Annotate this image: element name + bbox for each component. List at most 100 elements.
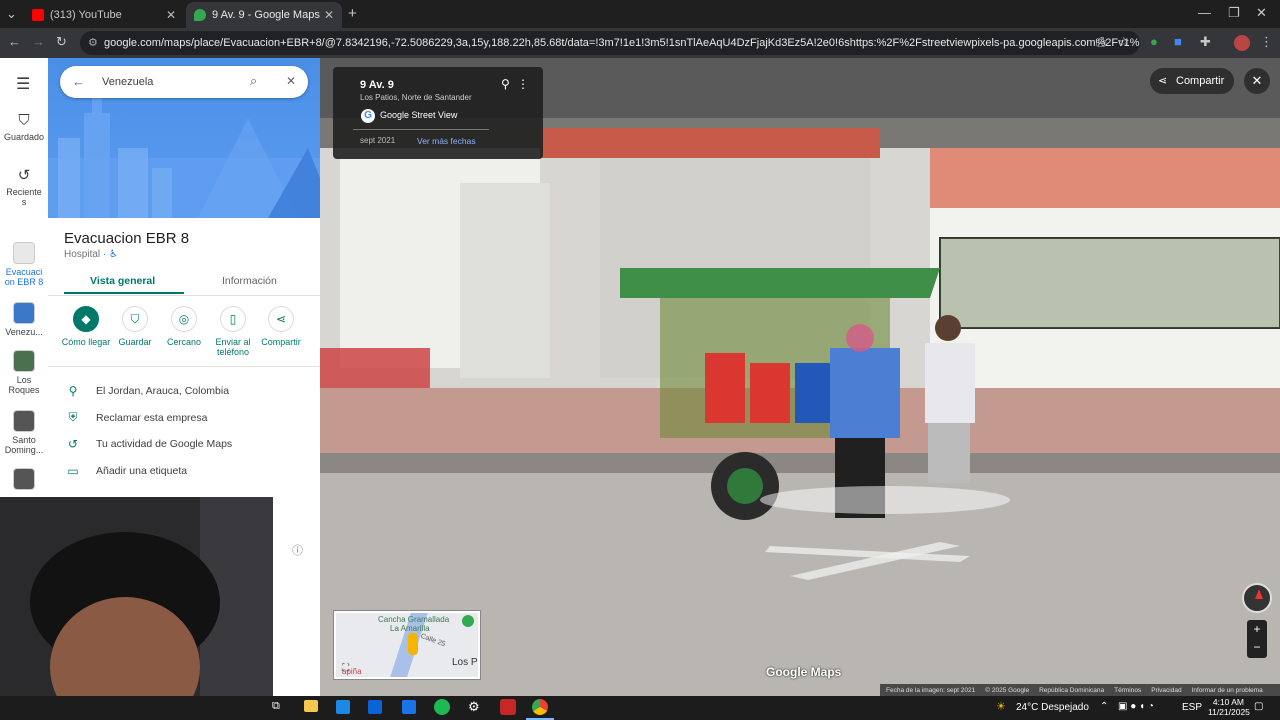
search-icon[interactable]: ⌕ [250, 73, 257, 89]
divider [48, 366, 320, 367]
url-bar[interactable]: ⚙ google.com/maps/place/Evacuacion+EBR+8… [80, 31, 1140, 55]
star-icon[interactable]: ☆ [1118, 34, 1130, 50]
forward-icon[interactable]: → [32, 34, 45, 49]
tab-indicator [64, 292, 184, 294]
app-icon[interactable] [402, 700, 416, 714]
share-icon: ⋖ [1158, 75, 1168, 87]
compass-icon[interactable] [1242, 583, 1272, 613]
steam-icon[interactable]: ⚙ [468, 699, 480, 715]
close-street-view-button[interactable]: ✕ [1244, 68, 1270, 94]
task-view-icon[interactable]: ⧉ [272, 700, 280, 713]
add-label-row[interactable]: ▭ Añadir una etiqueta [64, 464, 187, 478]
tab-youtube[interactable]: (313) YouTube ✕ [24, 2, 184, 28]
map-label: Cancha Gramallada [378, 615, 450, 624]
translate-icon[interactable]: ■ [1174, 34, 1182, 49]
category-text: Hospital [64, 249, 101, 260]
clock-time: 4:10 AM [1212, 697, 1244, 707]
expand-icon[interactable]: ⛶ [342, 663, 349, 674]
rail-label: Venezu... [5, 327, 43, 337]
language-indicator[interactable]: ESP [1182, 702, 1202, 713]
install-icon[interactable]: ⎙ [1096, 34, 1106, 50]
back-icon[interactable]: ← [8, 34, 21, 49]
directions-button[interactable]: ◆ Cómo llegar [58, 306, 114, 347]
place-hero-image[interactable]: ← Venezuela ⌕ ✕ [48, 58, 320, 218]
info-text: Tu actividad de Google Maps [96, 438, 233, 450]
nearby-button[interactable]: ◎ Cercano [156, 306, 212, 347]
more-menu-icon[interactable]: ⋮ [1260, 34, 1273, 50]
rail-recent-place[interactable]: Evacuaci on EBR 8 [0, 242, 48, 287]
share-button[interactable]: ⋖ Compartir [1150, 68, 1234, 94]
terms-link[interactable]: Términos [1114, 687, 1141, 694]
close-tab-icon[interactable]: ✕ [166, 8, 176, 22]
puzzle-icon[interactable]: ✚ [1200, 34, 1211, 50]
tab-google-maps[interactable]: 9 Av. 9 - Google Maps ✕ [186, 2, 342, 28]
nearby-icon: ◎ [171, 306, 197, 332]
search-input[interactable]: Venezuela [102, 76, 153, 88]
webcam-overlay [0, 497, 273, 720]
rail-recent-place[interactable] [0, 468, 48, 493]
zoom-in-button[interactable]: + [1247, 620, 1267, 638]
new-tab-button[interactable]: + [348, 5, 357, 22]
tray-chevron-icon[interactable]: ⌃ [1100, 701, 1108, 712]
file-explorer-icon[interactable] [304, 700, 318, 712]
pegman-icon[interactable] [408, 633, 418, 655]
browser-tab-bar: ⌄ (313) YouTube ✕ 9 Av. 9 - Google Maps … [0, 0, 1280, 28]
image-date: Fecha de la imagen: sept 2021 [886, 686, 976, 694]
rail-recent-place[interactable]: Los Roques [0, 350, 48, 395]
chrome-icon[interactable] [532, 699, 548, 715]
avatar[interactable] [1234, 35, 1250, 51]
claim-business-row[interactable]: ⛨ Reclamar esta empresa [64, 410, 207, 425]
search-box[interactable]: ← Venezuela ⌕ ✕ [60, 66, 308, 98]
restore-icon[interactable]: ❐ [1228, 5, 1240, 21]
menu-icon[interactable]: ☰ [16, 74, 30, 94]
pin-icon[interactable]: ⚲ [501, 77, 510, 91]
more-options-icon[interactable]: ⋮ [517, 77, 529, 91]
tray-icons[interactable]: ▣ ● ◖ ◔ [1118, 701, 1154, 712]
share-button[interactable]: ⋖ Compartir [253, 306, 309, 347]
spotify-icon[interactable] [434, 699, 450, 715]
tab-info[interactable]: Información [222, 275, 277, 287]
accessibility-icon: ♿ [109, 249, 118, 260]
rail-label: Reciente s [6, 187, 42, 207]
app-icon[interactable] [500, 699, 516, 715]
share-icon: ⋖ [268, 306, 294, 332]
maps-activity-row[interactable]: ↺ Tu actividad de Google Maps [64, 437, 232, 451]
rail-recent[interactable]: ↺ Reciente s [0, 166, 48, 207]
mini-map[interactable]: Cancha Gramallada La Amarilla Calle 25 L… [333, 610, 481, 680]
help-icon[interactable]: ⓘ [292, 542, 303, 558]
map-footer: Fecha de la imagen: sept 2021 © 2025 Goo… [880, 684, 1280, 696]
zoom-out-button[interactable]: − [1247, 638, 1267, 656]
report-problem-link[interactable]: Informar de un problema [1192, 687, 1263, 694]
bookmark-icon: ⛉ [18, 112, 30, 129]
google-maps-watermark: Google Maps [766, 665, 842, 679]
store-icon[interactable] [336, 700, 350, 714]
rail-recent-place[interactable]: Santo Doming... [0, 410, 48, 455]
more-dates-link[interactable]: Ver más fechas [417, 136, 476, 146]
sv-date: sept 2021 [360, 136, 396, 145]
back-arrow-icon[interactable]: ← [72, 74, 85, 89]
maps-icon [194, 9, 206, 21]
place-category: Hospital · ♿ [64, 249, 118, 260]
place-marker-icon [462, 615, 474, 627]
address-row[interactable]: ⚲ El Jordan, Arauca, Colombia [64, 384, 229, 398]
minimize-icon[interactable]: — [1198, 5, 1211, 20]
action-label: Compartir [261, 337, 301, 347]
phone-icon: ▯ [220, 306, 246, 332]
country-link[interactable]: República Dominicana [1039, 687, 1104, 694]
reload-icon[interactable]: ↻ [56, 34, 67, 50]
rail-saved[interactable]: ⛉ Guardado [0, 112, 48, 142]
notification-icon[interactable]: ▢ [1254, 701, 1263, 712]
site-info-icon[interactable]: ⚙ [88, 31, 98, 55]
weather-text[interactable]: 24°C Despejado [1016, 702, 1089, 713]
tab-overview[interactable]: Vista general [90, 275, 155, 287]
outlook-icon[interactable] [368, 700, 382, 714]
close-icon[interactable]: ✕ [286, 74, 296, 88]
extension-icon[interactable]: ● [1150, 34, 1158, 49]
privacy-link[interactable]: Privacidad [1151, 687, 1181, 694]
clock[interactable]: 4:10 AM 11/21/2025 [1208, 697, 1250, 717]
close-window-icon[interactable]: ✕ [1256, 5, 1267, 21]
rail-recent-place[interactable]: Venezu... [0, 302, 48, 337]
save-button[interactable]: ⛉ Guardar [107, 306, 163, 347]
close-tab-icon[interactable]: ✕ [324, 8, 334, 22]
tab-search-icon[interactable]: ⌄ [6, 6, 17, 22]
